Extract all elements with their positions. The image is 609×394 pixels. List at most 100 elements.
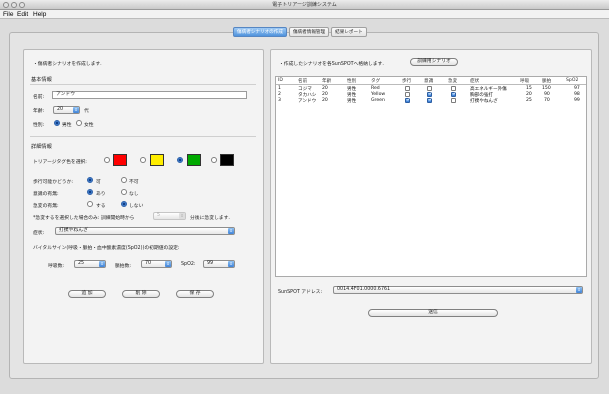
cell-resp[interactable]: 25: [526, 98, 532, 103]
title-bar: 電子トリアージ訓練システム: [0, 0, 609, 10]
cell-pulse[interactable]: 70: [544, 98, 550, 103]
cell-tag[interactable]: Green: [371, 98, 385, 103]
conscious-checkbox[interactable]: [427, 97, 433, 103]
sudden-no-radio[interactable]: [121, 201, 127, 207]
updown-arrow-icon: ⇕: [73, 107, 79, 113]
sudden-checkbox[interactable]: [451, 98, 456, 103]
tag-red-radio[interactable]: [104, 157, 110, 163]
editor-intro: ・傷病者シナリオを作成します.: [33, 62, 102, 67]
symptom-value: 打撲やねんざ: [59, 228, 88, 233]
menu-bar: File Edit Help: [0, 10, 609, 19]
sudden-minutes-select[interactable]: 5 ⇕: [153, 212, 186, 220]
save-button[interactable]: 保 存: [176, 290, 214, 298]
symptom-label: 症状:: [33, 231, 45, 236]
conscious-yes-radio[interactable]: [87, 189, 93, 195]
cell-sex[interactable]: 男性: [347, 98, 356, 104]
sudden-yes-radio[interactable]: [87, 201, 93, 207]
cell-age[interactable]: 20: [322, 92, 328, 97]
pulse-label: 脈拍数:: [115, 264, 132, 269]
pulse-select[interactable]: 70 ⇕: [141, 260, 172, 268]
send-button[interactable]: 送信: [368, 309, 498, 317]
store-intro: ・作成したシナリオを各SunSPOTへ格納します.: [279, 62, 384, 67]
walk-checkbox[interactable]: [405, 97, 411, 103]
cell-name[interactable]: アンドウ: [298, 98, 316, 104]
conscious-no-radio[interactable]: [121, 189, 127, 195]
sunspot-address-select[interactable]: 0014.4F01.0000.6761 ⇕: [333, 286, 583, 294]
respiration-select[interactable]: 25 ⇕: [74, 260, 106, 268]
sudden-checkbox[interactable]: [451, 91, 457, 97]
tag-green-swatch: [187, 154, 201, 166]
cell-spo2[interactable]: 98: [574, 92, 580, 97]
sex-label: 性別:: [33, 123, 45, 128]
tab-bar: 傷病者シナリオの作成 傷病者情報管理 結果レポート: [233, 27, 369, 37]
sex-female-radio[interactable]: [76, 120, 82, 126]
window-title: 電子トリアージ訓練システム: [272, 2, 337, 8]
cell-resp[interactable]: 20: [526, 92, 532, 97]
cell-symptom[interactable]: 打撲やねんざ: [470, 98, 498, 104]
tag-yellow-radio[interactable]: [140, 157, 146, 163]
sudden-change-label: 急変の有無:: [33, 204, 59, 209]
cell-id[interactable]: 1: [278, 86, 281, 91]
age-select[interactable]: 20 ⇕: [53, 106, 80, 114]
scenario-table: ID 名前 年齢 性別 タグ 歩行 意識 急変 症状 呼吸 脈拍 SpO2 1 …: [275, 76, 587, 277]
column-header[interactable]: ID: [278, 78, 283, 83]
walk-yes-label: 可: [96, 180, 101, 185]
cell-pulse[interactable]: 90: [544, 92, 550, 97]
training-scenario-button[interactable]: 訓練用シナリオ: [410, 58, 458, 66]
respiration-value: 25: [78, 261, 85, 266]
delete-button[interactable]: 削 除: [122, 290, 160, 298]
conscious-yes-label: あり: [96, 192, 106, 197]
cell-spo2[interactable]: 99: [574, 98, 580, 103]
add-button[interactable]: 追 加: [68, 290, 106, 298]
cell-tag[interactable]: Red: [371, 86, 380, 91]
updown-arrow-icon: ⇕: [179, 213, 185, 219]
spo2-select[interactable]: 99 ⇕: [203, 260, 235, 268]
spo2-value: 99: [207, 261, 214, 266]
tag-color-label: トリアージタグ色を選択:: [33, 160, 87, 165]
basic-info-heading: 基本情報: [31, 77, 52, 83]
divider: [30, 84, 256, 85]
detail-info-heading: 詳細情報: [31, 144, 52, 150]
tab-result-report[interactable]: 結果レポート: [331, 27, 367, 37]
header-divider: [276, 84, 586, 85]
tab-patient-info[interactable]: 傷病者情報管理: [288, 27, 330, 37]
column-header[interactable]: SpO2: [566, 78, 578, 83]
tag-black-swatch: [220, 154, 234, 166]
name-label: 名前:: [33, 95, 45, 100]
menu-file[interactable]: File: [3, 11, 13, 18]
cell-age[interactable]: 20: [322, 86, 328, 91]
cell-spo2[interactable]: 97: [574, 86, 580, 91]
cell-tag[interactable]: Yellow: [371, 92, 385, 97]
tag-red-swatch: [113, 154, 127, 166]
age-value: 20: [57, 107, 64, 112]
menu-help[interactable]: Help: [33, 11, 46, 18]
walk-yes-radio[interactable]: [87, 177, 93, 183]
sudden-yes-label: する: [96, 204, 106, 209]
walk-checkbox[interactable]: [405, 86, 410, 91]
sex-male-radio[interactable]: [54, 120, 60, 126]
age-unit: 代: [84, 109, 89, 114]
updown-arrow-icon: ⇕: [99, 261, 105, 267]
updown-arrow-icon: ⇕: [576, 287, 582, 293]
cell-age[interactable]: 20: [322, 98, 328, 103]
cell-id[interactable]: 2: [278, 92, 281, 97]
menu-edit[interactable]: Edit: [17, 11, 28, 18]
cell-id[interactable]: 3: [278, 98, 281, 103]
name-input[interactable]: アンドウ: [52, 91, 247, 99]
updown-arrow-icon: ⇕: [228, 261, 234, 267]
walk-no-label: 不可: [129, 180, 139, 185]
tab-create-scenario[interactable]: 傷病者シナリオの作成: [233, 27, 287, 37]
sudden-note-prefix: *急変するを選択した場合のみ: 訓練開始時から: [33, 216, 135, 221]
updown-arrow-icon: ⇕: [228, 228, 234, 234]
vital-sign-label: バイタルサイン(呼吸・脈拍・血中酸素濃度(SpO2))の初期値の設定:: [33, 246, 180, 251]
cell-pulse[interactable]: 150: [542, 86, 551, 91]
cell-resp[interactable]: 15: [526, 86, 532, 91]
sex-male-label: 男性: [62, 123, 72, 128]
tag-yellow-swatch: [150, 154, 164, 166]
tag-green-radio[interactable]: [177, 157, 183, 163]
tag-black-radio[interactable]: [211, 157, 217, 163]
conscious-label: 意識の有無:: [33, 192, 59, 197]
walk-no-radio[interactable]: [121, 177, 127, 183]
age-label: 年齢:: [33, 109, 45, 114]
symptom-select[interactable]: 打撲やねんざ ⇕: [55, 227, 235, 235]
